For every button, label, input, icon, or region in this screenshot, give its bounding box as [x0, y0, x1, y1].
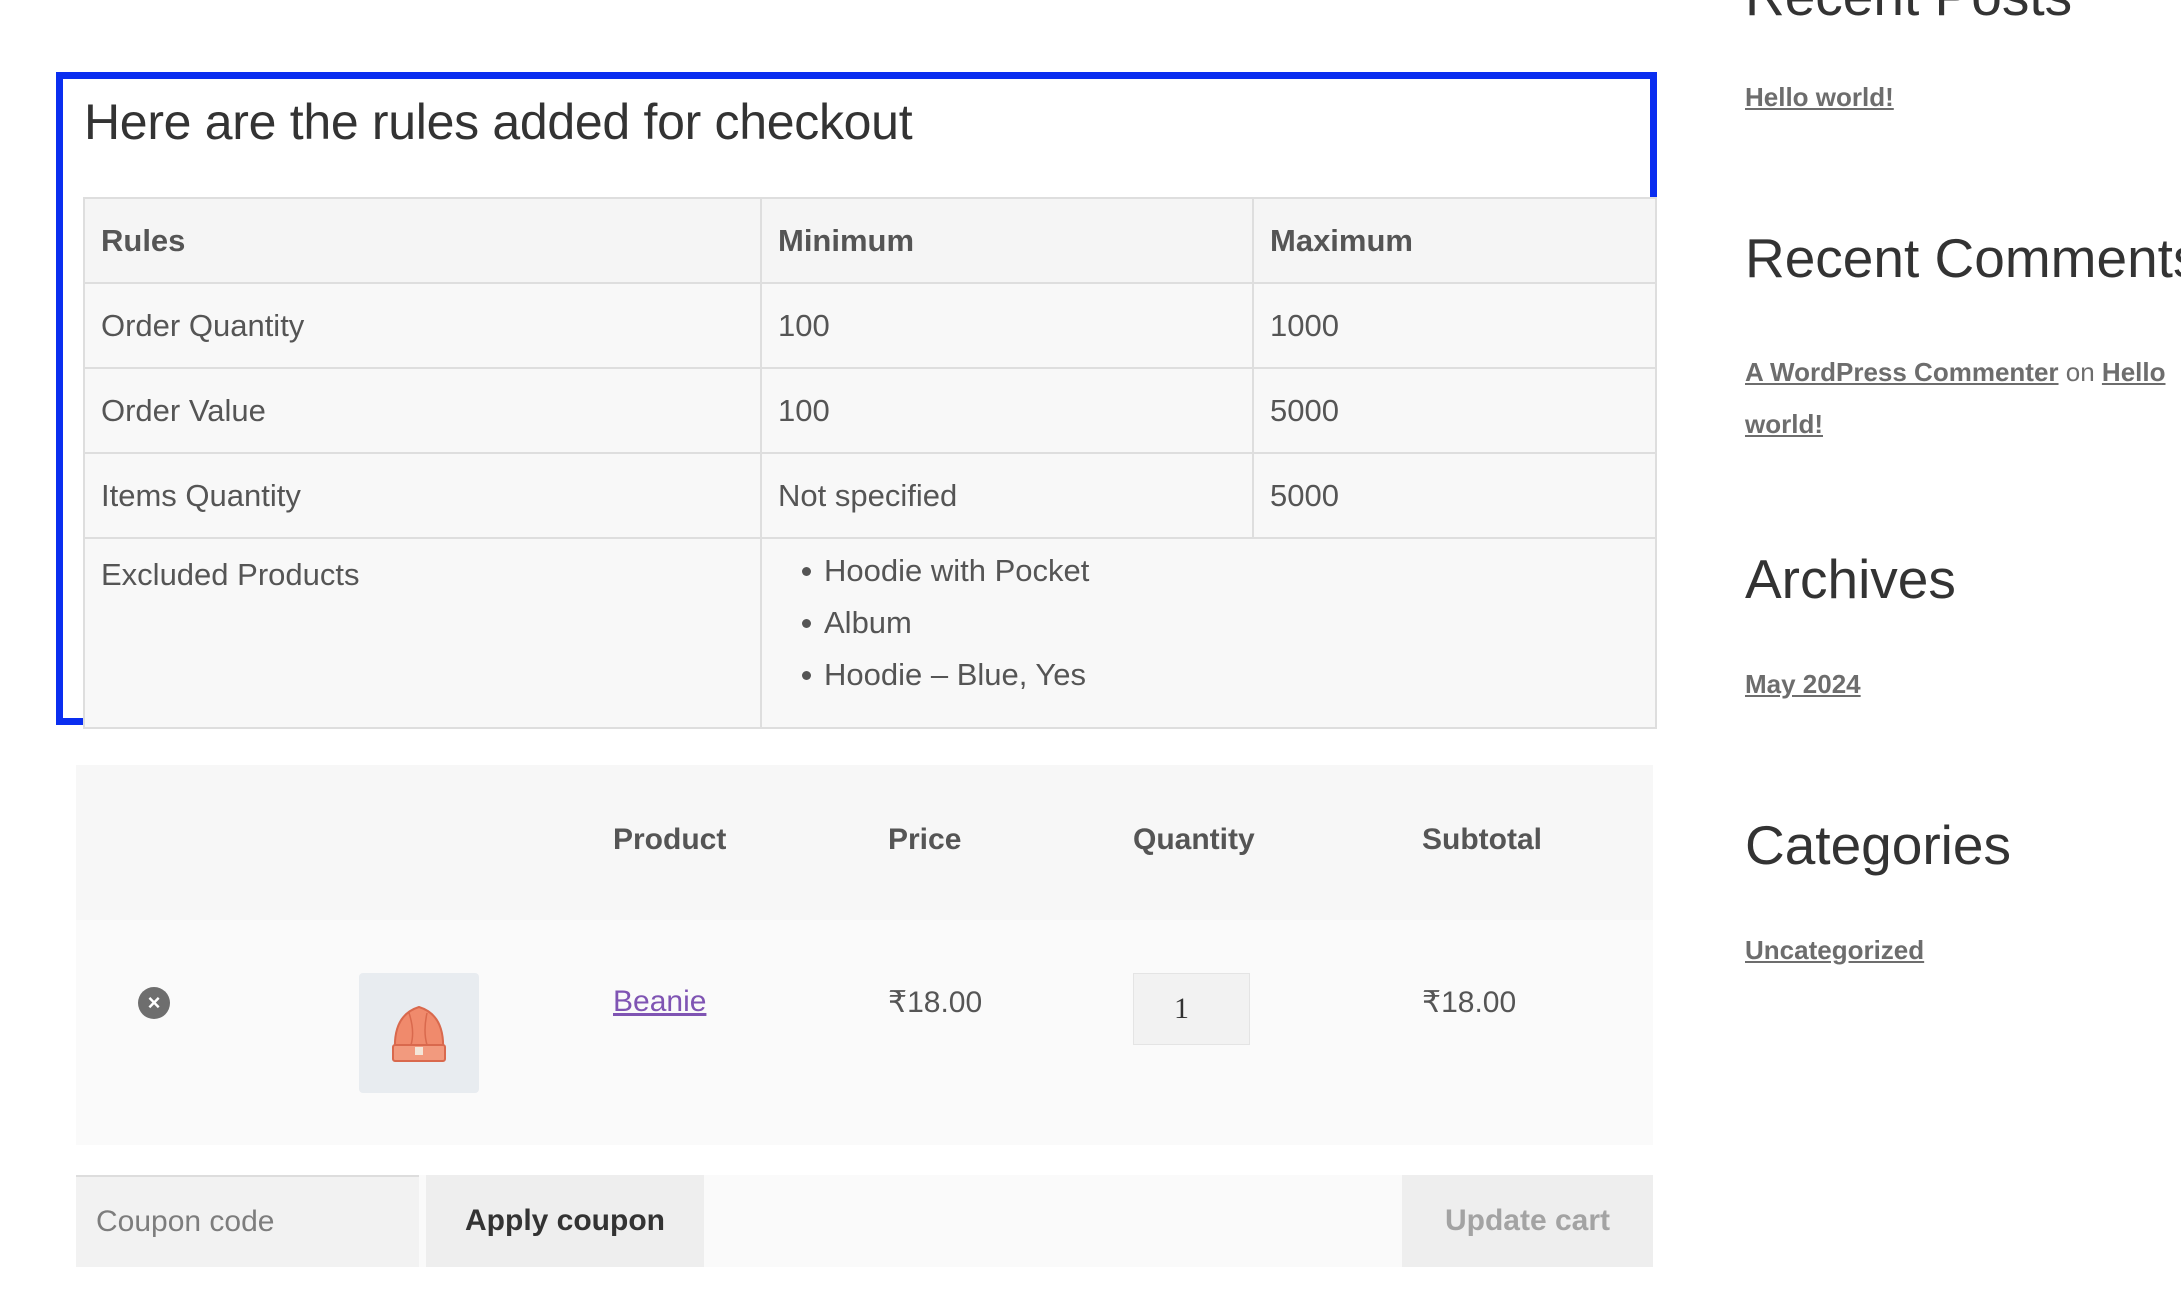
rule-minimum: 100	[760, 367, 1254, 454]
product-subtotal: ₹18.00	[1422, 986, 1517, 1019]
rule-maximum: 5000	[1252, 367, 1657, 454]
recent-post-link[interactable]: Hello world!	[1745, 82, 1894, 113]
product-link[interactable]: Beanie	[613, 985, 706, 1019]
rules-row: Order Value 100 5000	[83, 367, 1657, 454]
rules-header-row: Rules Minimum Maximum	[83, 197, 1657, 284]
rule-maximum: 1000	[1252, 282, 1657, 369]
product-thumbnail[interactable]	[359, 973, 479, 1093]
rules-header-maximum: Maximum	[1252, 197, 1657, 284]
rule-minimum: Not specified	[760, 452, 1254, 539]
update-cart-button[interactable]: Update cart	[1402, 1175, 1653, 1267]
comment-author-link[interactable]: A WordPress Commenter	[1745, 357, 2059, 387]
rule-name: Order Value	[83, 367, 762, 454]
rules-row: Items Quantity Not specified 5000	[83, 452, 1657, 539]
product-price: ₹18.00	[888, 986, 983, 1019]
apply-coupon-button[interactable]: Apply coupon	[426, 1175, 704, 1267]
rules-title: Here are the rules added for checkout	[84, 94, 913, 150]
category-link[interactable]: Uncategorized	[1745, 935, 1924, 966]
cart-actions: Apply coupon Update cart	[76, 1175, 1653, 1267]
rule-name: Items Quantity	[83, 452, 762, 539]
page: Here are the rules added for checkout Ru…	[0, 0, 2181, 1296]
cart-header-price: Price	[888, 823, 962, 856]
comment-on-text: on	[2065, 357, 2095, 387]
rule-name: Order Quantity	[83, 282, 762, 369]
excluded-products-row: Excluded Products Hoodie with Pocket Alb…	[83, 537, 1657, 729]
archive-link[interactable]: May 2024	[1745, 669, 1861, 700]
excluded-product-item: Hoodie with Pocket	[802, 545, 1655, 597]
coupon-code-input[interactable]	[76, 1175, 419, 1267]
rules-header-rules: Rules	[83, 197, 762, 284]
excluded-products-cell: Hoodie with Pocket Album Hoodie – Blue, …	[760, 537, 1657, 729]
cart-header-subtotal: Subtotal	[1422, 823, 1542, 856]
rule-minimum: 100	[760, 282, 1254, 369]
rules-table: Rules Minimum Maximum Order Quantity 100…	[83, 197, 1657, 729]
archives-title: Archives	[1745, 548, 1956, 610]
categories-title: Categories	[1745, 814, 2011, 876]
cart-header-product: Product	[613, 823, 727, 856]
excluded-products-list: Hoodie with Pocket Album Hoodie – Blue, …	[778, 545, 1655, 701]
excluded-product-item: Hoodie – Blue, Yes	[802, 649, 1655, 701]
cart-table: Product Price Quantity Subtotal × Beanie…	[76, 765, 1653, 1145]
recent-comments-title: Recent Comments	[1745, 227, 2181, 289]
recent-comment: A WordPress Commenter on Hello world!	[1745, 346, 2181, 450]
quantity-input[interactable]	[1133, 973, 1250, 1045]
cart-item-row: × Beanie ₹18.00 ₹18.00	[76, 920, 1653, 1145]
beanie-icon	[392, 1005, 446, 1062]
excluded-products-label: Excluded Products	[83, 537, 762, 729]
rule-maximum: 5000	[1252, 452, 1657, 539]
rules-header-minimum: Minimum	[760, 197, 1254, 284]
rules-row: Order Quantity 100 1000	[83, 282, 1657, 369]
excluded-product-item: Album	[802, 597, 1655, 649]
cart-header-row: Product Price Quantity Subtotal	[76, 765, 1653, 920]
cart-header-quantity: Quantity	[1133, 823, 1255, 856]
recent-posts-title: Recent Posts	[1745, 0, 2072, 28]
checkout-rules-box: Here are the rules added for checkout Ru…	[56, 72, 1657, 729]
remove-item-icon[interactable]: ×	[138, 987, 170, 1019]
